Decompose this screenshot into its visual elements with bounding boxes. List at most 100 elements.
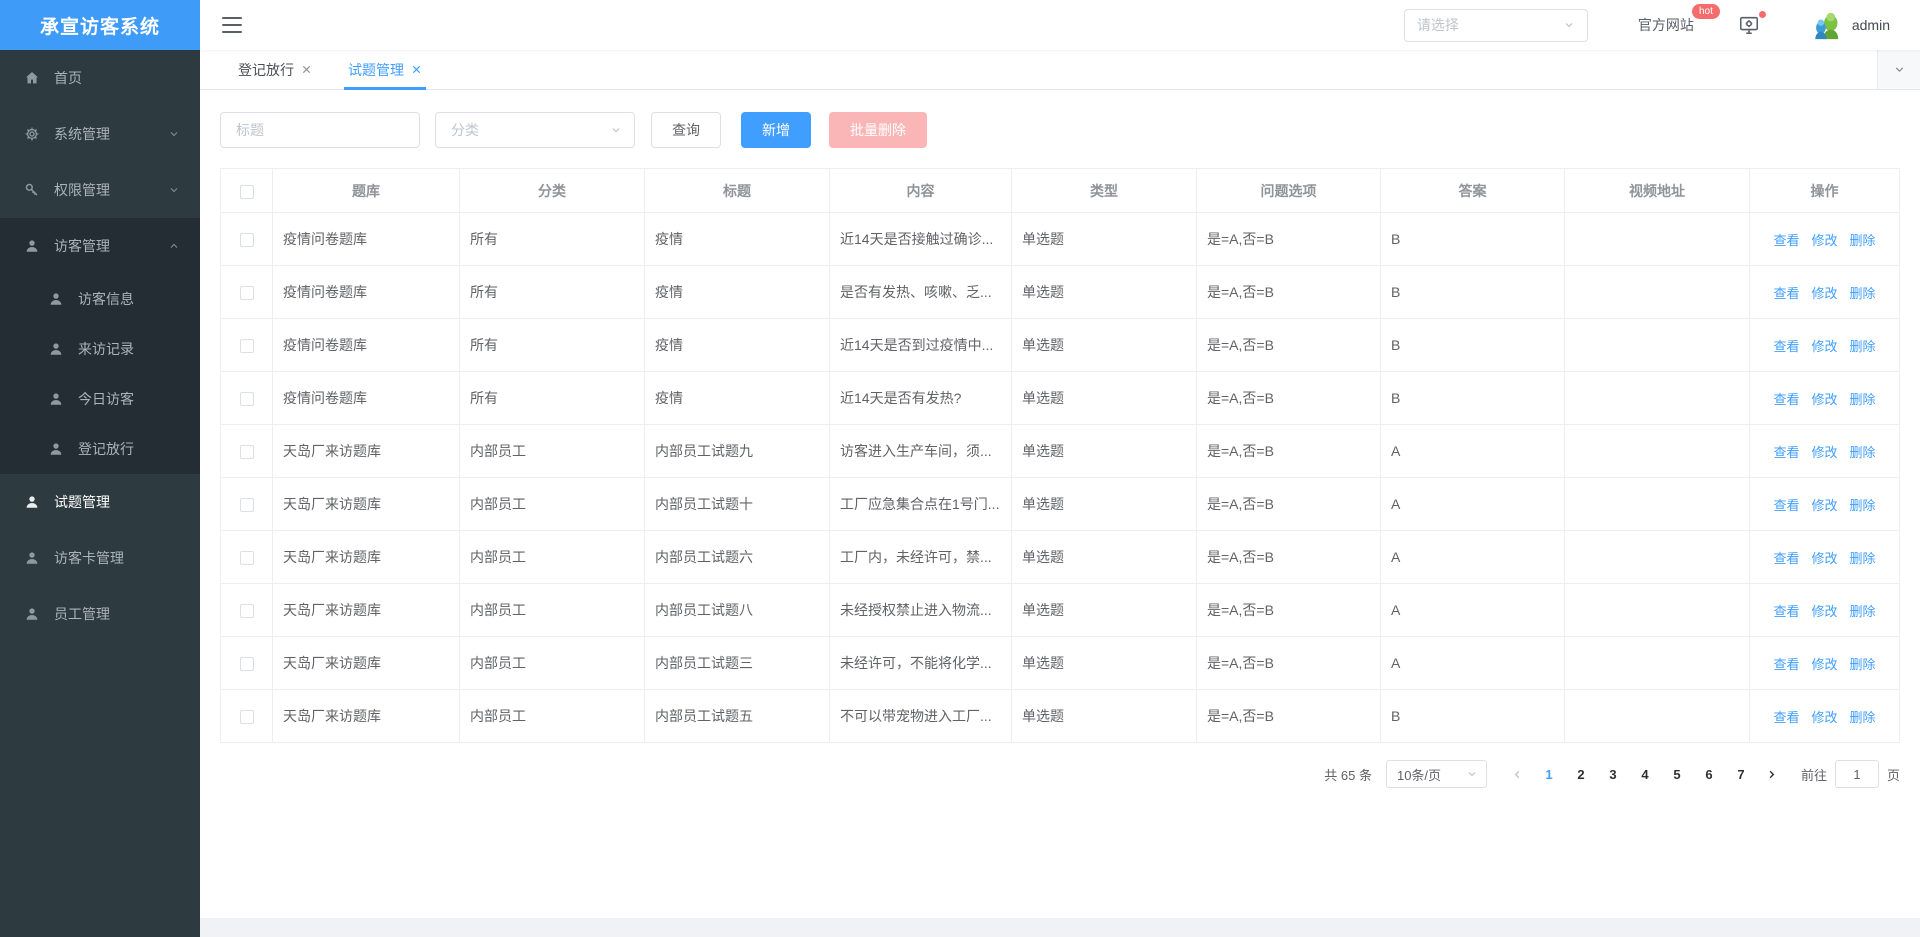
row-checkbox[interactable] xyxy=(240,604,254,618)
avatar[interactable] xyxy=(1812,10,1842,40)
edit-link[interactable]: 修改 xyxy=(1811,710,1837,725)
row-checkbox[interactable] xyxy=(240,710,254,724)
row-checkbox[interactable] xyxy=(240,233,254,247)
sidebar-item-系统管理[interactable]: 系统管理 xyxy=(0,106,200,162)
batch-delete-button[interactable]: 批量删除 xyxy=(829,112,927,148)
tabs-dropdown-button[interactable] xyxy=(1877,50,1920,89)
view-link[interactable]: 查看 xyxy=(1773,498,1799,513)
sidebar-item-访客信息[interactable]: 访客信息 xyxy=(0,274,200,324)
view-link[interactable]: 查看 xyxy=(1773,233,1799,248)
delete-link[interactable]: 删除 xyxy=(1850,498,1876,513)
tab-dengjifangxing[interactable]: 登记放行 xyxy=(220,50,330,89)
delete-link[interactable]: 删除 xyxy=(1850,710,1876,725)
view-link[interactable]: 查看 xyxy=(1773,286,1799,301)
edit-link[interactable]: 修改 xyxy=(1811,233,1837,248)
view-link[interactable]: 查看 xyxy=(1773,604,1799,619)
page-number-3[interactable]: 3 xyxy=(1598,760,1628,788)
cell-answer: B xyxy=(1381,690,1565,743)
row-checkbox[interactable] xyxy=(240,445,254,459)
delete-link[interactable]: 删除 xyxy=(1850,392,1876,407)
page-number-4[interactable]: 4 xyxy=(1630,760,1660,788)
edit-link[interactable]: 修改 xyxy=(1811,551,1837,566)
official-site-link[interactable]: 官方网站 hot xyxy=(1638,15,1694,35)
tab-shitiguanli[interactable]: 试题管理 xyxy=(330,50,440,89)
delete-link[interactable]: 删除 xyxy=(1850,286,1876,301)
cell-title: 内部员工试题八 xyxy=(645,584,830,637)
view-link[interactable]: 查看 xyxy=(1773,657,1799,672)
add-button[interactable]: 新增 xyxy=(741,112,811,148)
row-checkbox[interactable] xyxy=(240,286,254,300)
delete-link[interactable]: 删除 xyxy=(1850,445,1876,460)
delete-link[interactable]: 删除 xyxy=(1850,233,1876,248)
sidebar-item-来访记录[interactable]: 来访记录 xyxy=(0,324,200,374)
view-link[interactable]: 查看 xyxy=(1773,710,1799,725)
cell-answer: B xyxy=(1381,266,1565,319)
page-number-2[interactable]: 2 xyxy=(1566,760,1596,788)
app-logo: 承宣访客系统 xyxy=(0,0,200,50)
view-link[interactable]: 查看 xyxy=(1773,392,1799,407)
delete-link[interactable]: 删除 xyxy=(1850,657,1876,672)
page: 承宣访客系统 首页系统管理权限管理访客管理访客信息来访记录今日访客登记放行试题管… xyxy=(0,0,1920,937)
view-link[interactable]: 查看 xyxy=(1773,339,1799,354)
sidebar-item-权限管理[interactable]: 权限管理 xyxy=(0,162,200,218)
delete-link[interactable]: 删除 xyxy=(1850,339,1876,354)
edit-link[interactable]: 修改 xyxy=(1811,339,1837,354)
cell-type: 单选题 xyxy=(1012,372,1197,425)
cell-type: 单选题 xyxy=(1012,531,1197,584)
page-number-6[interactable]: 6 xyxy=(1694,760,1724,788)
row-checkbox[interactable] xyxy=(240,339,254,353)
sidebar-item-员工管理[interactable]: 员工管理 xyxy=(0,586,200,642)
select-all-checkbox[interactable] xyxy=(240,185,254,199)
title-search-input[interactable] xyxy=(220,112,420,148)
chevron-down-icon xyxy=(168,184,180,196)
search-button[interactable]: 查询 xyxy=(651,112,721,148)
cell-title: 疫情 xyxy=(645,372,830,425)
cell-actions: 查看修改删除 xyxy=(1750,319,1900,372)
pager-numbers: 1234567 xyxy=(1533,760,1757,788)
sidebar-item-label: 首页 xyxy=(54,68,82,88)
row-checkbox[interactable] xyxy=(240,392,254,406)
delete-link[interactable]: 删除 xyxy=(1850,551,1876,566)
cell-video xyxy=(1565,531,1750,584)
next-page-button[interactable] xyxy=(1757,760,1787,788)
edit-link[interactable]: 修改 xyxy=(1811,657,1837,672)
cell-options: 是=A,否=B xyxy=(1197,319,1381,372)
sidebar-item-label: 登记放行 xyxy=(78,439,134,459)
row-checkbox[interactable] xyxy=(240,551,254,565)
page-size-select[interactable]: 10条/页 xyxy=(1386,760,1487,788)
sidebar-item-今日访客[interactable]: 今日访客 xyxy=(0,374,200,424)
close-icon[interactable] xyxy=(411,64,422,75)
edit-link[interactable]: 修改 xyxy=(1811,604,1837,619)
page-number-1[interactable]: 1 xyxy=(1534,760,1564,788)
view-link[interactable]: 查看 xyxy=(1773,445,1799,460)
top-navbar: 请选择 官方网站 hot xyxy=(200,0,1920,50)
header-select[interactable]: 请选择 xyxy=(1404,9,1588,42)
goto-page-input[interactable] xyxy=(1835,760,1879,788)
header-checkbox-cell xyxy=(221,169,273,213)
edit-link[interactable]: 修改 xyxy=(1811,392,1837,407)
row-checkbox[interactable] xyxy=(240,498,254,512)
page-number-7[interactable]: 7 xyxy=(1726,760,1756,788)
row-checkbox[interactable] xyxy=(240,657,254,671)
username[interactable]: admin xyxy=(1852,17,1890,33)
category-select[interactable]: 分类 xyxy=(435,112,635,148)
sidebar-item-访客卡管理[interactable]: 访客卡管理 xyxy=(0,530,200,586)
cell-answer: A xyxy=(1381,584,1565,637)
sidebar-item-登记放行[interactable]: 登记放行 xyxy=(0,424,200,474)
edit-link[interactable]: 修改 xyxy=(1811,445,1837,460)
sidebar-item-试题管理[interactable]: 试题管理 xyxy=(0,474,200,530)
view-link[interactable]: 查看 xyxy=(1773,551,1799,566)
sidebar-item-首页[interactable]: 首页 xyxy=(0,50,200,106)
goto-label: 前往 xyxy=(1801,765,1827,784)
sidebar: 承宣访客系统 首页系统管理权限管理访客管理访客信息来访记录今日访客登记放行试题管… xyxy=(0,0,200,937)
prev-page-button[interactable] xyxy=(1503,760,1533,788)
delete-link[interactable]: 删除 xyxy=(1850,604,1876,619)
sidebar-item-访客管理[interactable]: 访客管理 xyxy=(0,218,200,274)
edit-link[interactable]: 修改 xyxy=(1811,286,1837,301)
row-checkbox-cell xyxy=(221,372,273,425)
hamburger-menu-icon[interactable] xyxy=(222,17,242,33)
page-number-5[interactable]: 5 xyxy=(1662,760,1692,788)
edit-link[interactable]: 修改 xyxy=(1811,498,1837,513)
screen-settings-icon[interactable] xyxy=(1738,14,1760,36)
close-icon[interactable] xyxy=(301,64,312,75)
